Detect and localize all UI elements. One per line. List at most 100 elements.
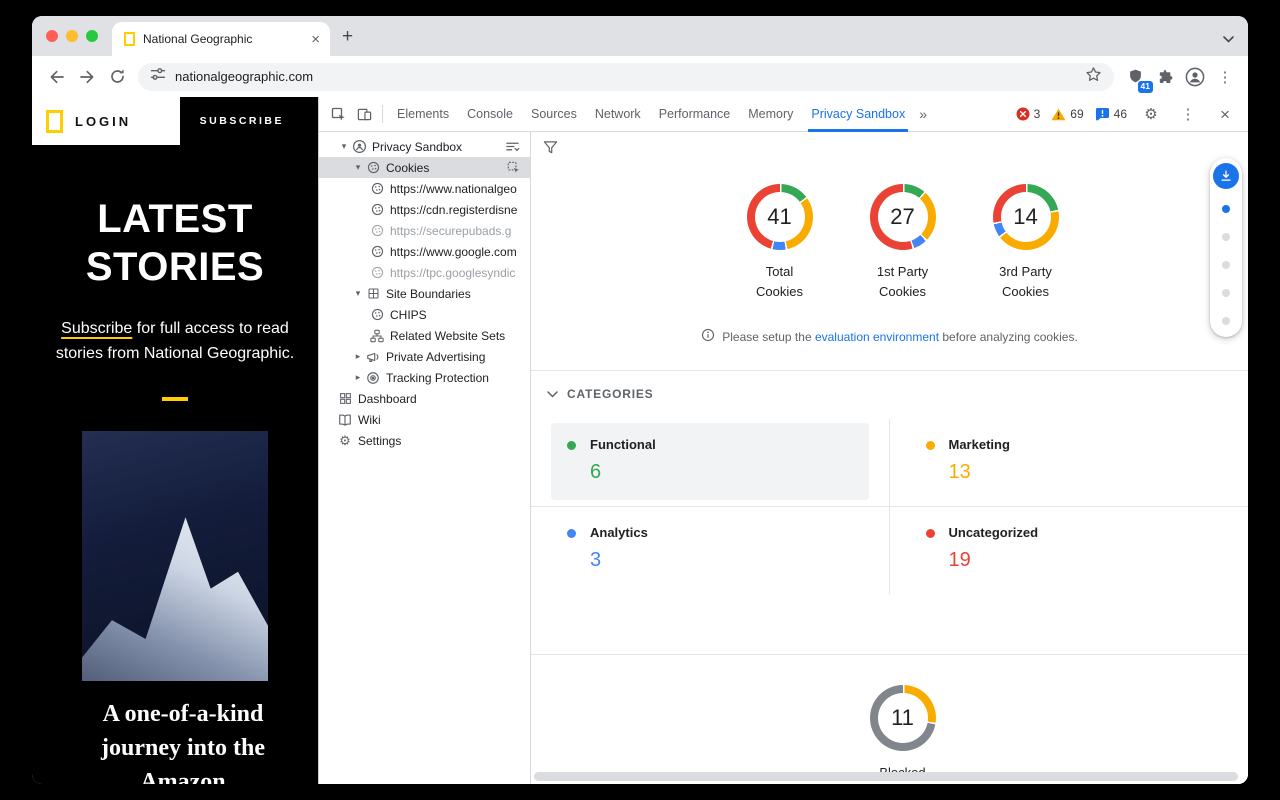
tree-item-label: Dashboard <box>358 392 417 406</box>
devtools-tab-elements[interactable]: Elements <box>388 97 458 132</box>
tree-item-cookies[interactable]: ▾ Cookies <box>319 157 530 178</box>
pager-dot-1[interactable] <box>1222 233 1230 241</box>
device-toolbar-icon[interactable] <box>351 101 377 127</box>
tree-item-https-www-nationalgeo[interactable]: https://www.nationalgeo <box>319 178 530 199</box>
tree-item-https-www-google-com[interactable]: https://www.google.com <box>319 241 530 262</box>
chevron-down-icon[interactable]: ▾ <box>337 141 351 152</box>
category-name: Marketing <box>949 437 1215 452</box>
tree-item-privacy-sandbox[interactable]: ▾Privacy Sandbox <box>319 136 530 157</box>
devtools-status-badges: 3 69 46 ⚙ ⋮ × <box>1016 101 1242 127</box>
story-image[interactable] <box>82 431 268 681</box>
bookmark-star-icon[interactable] <box>1085 66 1102 88</box>
donut-chart: 41 <box>747 184 813 250</box>
devtools-close-button[interactable]: × <box>1212 101 1238 127</box>
tab-search-chevron-icon[interactable] <box>1223 30 1234 48</box>
natgeo-logo-icon[interactable] <box>46 110 63 133</box>
summary-donut-3rd-party-cookies: 143rd PartyCookies <box>971 184 1081 302</box>
tree-item-private-advertising[interactable]: ▸Private Advertising <box>319 346 530 367</box>
pager-dot-4[interactable] <box>1222 317 1230 325</box>
pager-dot-3[interactable] <box>1222 289 1230 297</box>
privacy-sandbox-tree: ▾Privacy Sandbox▾Cookieshttps://www.nati… <box>319 132 531 784</box>
tree-item-chips[interactable]: CHIPS <box>319 304 530 325</box>
subscribe-text-link[interactable]: Subscribe <box>61 320 132 337</box>
tree-item-https-tpc-googlesyndic[interactable]: https://tpc.googlesyndic <box>319 262 530 283</box>
pager-dot-0[interactable] <box>1222 205 1230 213</box>
devtools-tab-privacy-sandbox[interactable]: Privacy Sandbox <box>802 97 914 132</box>
tree-item-site-boundaries[interactable]: ▾ Site Boundaries <box>319 283 530 304</box>
reload-button[interactable] <box>102 62 132 92</box>
devtools-tab-network[interactable]: Network <box>586 97 650 132</box>
ads-icon <box>365 350 381 364</box>
browser-menu-button[interactable]: ⋮ <box>1210 62 1240 92</box>
login-link[interactable]: LOGIN <box>75 114 131 129</box>
window-close-button[interactable] <box>46 30 58 42</box>
chevron-down-icon <box>547 385 558 403</box>
tab-close-icon[interactable]: × <box>309 32 322 47</box>
pager-dot-2[interactable] <box>1222 261 1230 269</box>
chevron-down-icon[interactable]: ▾ <box>351 288 365 299</box>
window-zoom-button[interactable] <box>86 30 98 42</box>
donut-chart: 14 <box>993 184 1059 250</box>
privacy-extension-button[interactable]: 41 <box>1120 62 1150 92</box>
tree-item-label: Related Website Sets <box>390 329 505 343</box>
horizontal-scrollbar[interactable] <box>534 772 1245 781</box>
devtools-tab-sources[interactable]: Sources <box>522 97 586 132</box>
console-errors-badge[interactable]: 3 <box>1016 107 1041 121</box>
tree-item-label: Site Boundaries <box>386 287 471 301</box>
inspect-icon[interactable] <box>507 161 520 174</box>
site-info-icon[interactable] <box>150 66 166 87</box>
info-icon <box>701 328 715 345</box>
category-cell-functional[interactable]: Functional6 <box>531 419 890 507</box>
scrollbar-thumb[interactable] <box>534 772 1238 781</box>
chevron-right-icon[interactable]: ▸ <box>351 372 365 383</box>
subscribe-button[interactable]: SUBSCRIBE <box>180 97 318 145</box>
extensions-puzzle-button[interactable] <box>1150 62 1180 92</box>
story-title-link[interactable]: A one-of-a-kind journey into the Amazon <box>72 697 294 784</box>
inspect-element-icon[interactable] <box>325 101 351 127</box>
section-divider <box>531 654 1248 655</box>
tree-item-settings[interactable]: ⚙Settings <box>319 430 530 451</box>
category-cell-marketing[interactable]: Marketing13 <box>890 419 1249 507</box>
profile-avatar-button[interactable] <box>1180 62 1210 92</box>
url-bar[interactable]: nationalgeographic.com <box>138 63 1114 91</box>
new-tab-button[interactable]: + <box>342 27 353 46</box>
category-cell-analytics[interactable]: Analytics3 <box>531 507 890 594</box>
menu-icon[interactable] <box>505 139 520 154</box>
browser-tab[interactable]: National Geographic × <box>112 22 330 56</box>
mountain-graphic <box>82 505 268 681</box>
tree-item-https-securepubads-g[interactable]: https://securepubads.g <box>319 220 530 241</box>
window-minimize-button[interactable] <box>66 30 78 42</box>
natgeo-page: LOGIN SUBSCRIBE LATESTSTORIES Subscribe … <box>32 97 318 784</box>
back-button[interactable] <box>42 62 72 92</box>
tree-item-label: Settings <box>358 434 401 448</box>
tree-item-wiki[interactable]: Wiki <box>319 409 530 430</box>
issues-badge[interactable]: 46 <box>1095 107 1127 121</box>
devtools-settings-button[interactable]: ⚙ <box>1138 101 1164 127</box>
natgeo-hero: LATESTSTORIES Subscribe for full access … <box>32 195 318 784</box>
url-text[interactable]: nationalgeographic.com <box>175 69 1076 84</box>
download-report-button[interactable] <box>1213 163 1239 189</box>
tree-item-label: Cookies <box>386 161 429 175</box>
devtools-tab-performance[interactable]: Performance <box>650 97 740 132</box>
filter-icon[interactable] <box>543 140 558 160</box>
natgeo-favicon-icon <box>124 32 135 46</box>
devtools-menu-button[interactable]: ⋮ <box>1175 101 1201 127</box>
category-cell-uncategorized[interactable]: Uncategorized19 <box>890 507 1249 594</box>
privacy-sandbox-cookies-panel: 41TotalCookies271st PartyCookies143rd Pa… <box>531 132 1248 784</box>
evaluation-environment-link[interactable]: evaluation environment <box>815 330 939 344</box>
tree-item-related-website-sets[interactable]: Related Website Sets <box>319 325 530 346</box>
tree-item-tracking-protection[interactable]: ▸Tracking Protection <box>319 367 530 388</box>
tree-item-https-cdn-registerdisne[interactable]: https://cdn.registerdisne <box>319 199 530 220</box>
devtools-tabs: ElementsConsoleSourcesNetworkPerformance… <box>388 97 914 131</box>
tree-item-dashboard[interactable]: Dashboard <box>319 388 530 409</box>
uncategorized-dot-icon <box>926 529 935 538</box>
devtools-tab-memory[interactable]: Memory <box>739 97 802 132</box>
console-warnings-badge[interactable]: 69 <box>1051 107 1083 121</box>
categories-header[interactable]: CATEGORIES <box>531 371 1248 413</box>
devtools-tab-console[interactable]: Console <box>458 97 522 132</box>
chevron-right-icon[interactable]: ▸ <box>351 351 365 362</box>
forward-button[interactable] <box>72 62 102 92</box>
chevron-down-icon[interactable]: ▾ <box>351 162 365 173</box>
blocked-cookies-chart: 11BlockedCookies <box>531 685 1248 784</box>
more-tabs-button[interactable]: » <box>914 106 932 122</box>
